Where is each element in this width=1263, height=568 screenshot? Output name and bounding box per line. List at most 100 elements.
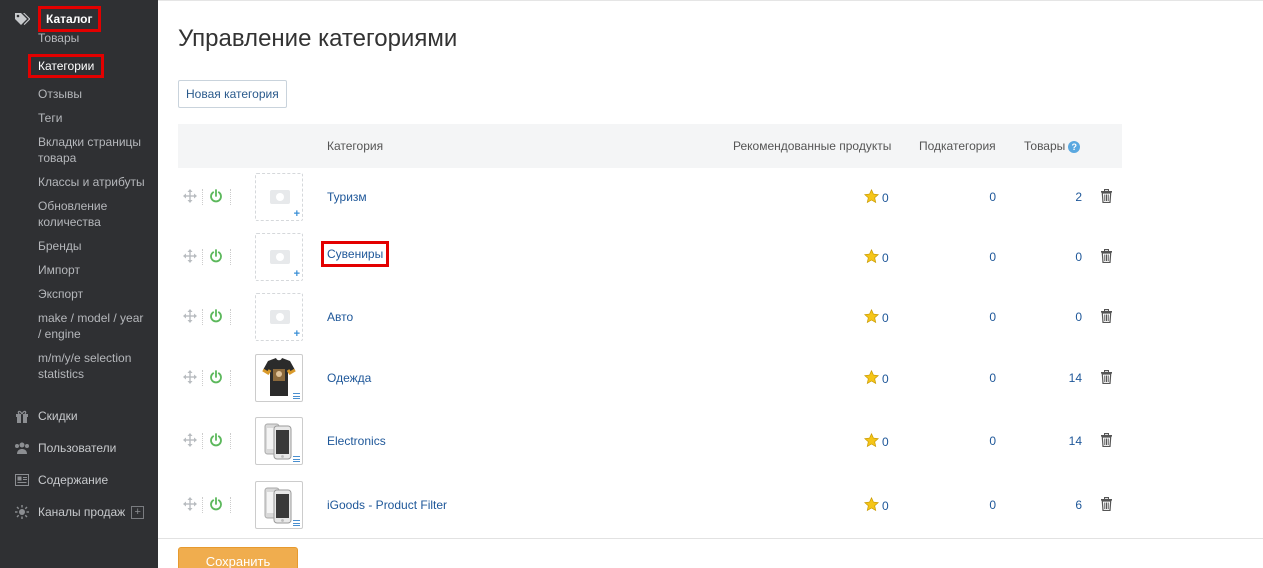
product-count[interactable]: 14 xyxy=(1042,434,1082,448)
sidebar-item-users[interactable]: Пользователи xyxy=(14,441,116,455)
divider xyxy=(230,370,231,386)
recommended-count[interactable]: 0 xyxy=(882,372,889,386)
category-link[interactable]: iGoods - Product Filter xyxy=(327,498,447,512)
table-row: + Туризм 0 0 2 xyxy=(178,173,1122,234)
category-link[interactable]: Авто xyxy=(327,310,353,324)
new-category-button[interactable]: Новая категория xyxy=(178,80,287,108)
drag-handle-icon[interactable] xyxy=(182,433,198,449)
trash-icon[interactable] xyxy=(1100,189,1114,205)
star-icon xyxy=(863,248,880,268)
drag-handle-icon[interactable] xyxy=(182,370,198,386)
recommended-count[interactable]: 0 xyxy=(882,191,889,205)
sidebar-subitem[interactable]: m/m/y/e selection statistics xyxy=(38,350,150,382)
category-link[interactable]: Electronics xyxy=(327,434,386,448)
sidebar-subitem[interactable]: Категории xyxy=(28,54,105,78)
sidebar-item-catalog-label: Каталог xyxy=(38,6,101,32)
users-icon xyxy=(14,441,30,455)
category-image[interactable] xyxy=(255,417,303,465)
category-link[interactable]: Одежда xyxy=(327,371,371,385)
product-count[interactable]: 2 xyxy=(1042,190,1082,204)
drag-handle-icon[interactable] xyxy=(182,249,198,265)
sidebar-subitem[interactable]: Классы и атрибуты xyxy=(38,174,150,190)
divider xyxy=(230,189,231,205)
trash-icon[interactable] xyxy=(1100,370,1114,386)
category-image[interactable] xyxy=(255,354,303,402)
subcategory-count[interactable]: 0 xyxy=(956,310,996,324)
subcategory-count[interactable]: 0 xyxy=(956,434,996,448)
help-icon[interactable]: ? xyxy=(1068,140,1081,153)
power-toggle-icon[interactable] xyxy=(208,309,224,325)
category-image[interactable]: + xyxy=(255,233,303,281)
header-subcategory: Подкатегория xyxy=(919,139,996,153)
product-count[interactable]: 0 xyxy=(1042,310,1082,324)
sidebar-subitem[interactable]: Экспорт xyxy=(38,286,150,302)
category-link[interactable]: Туризм xyxy=(327,190,367,204)
subcategory-count[interactable]: 0 xyxy=(956,250,996,264)
trash-icon[interactable] xyxy=(1100,249,1114,265)
sidebar-subitem[interactable]: Импорт xyxy=(38,262,150,278)
header-category: Категория xyxy=(327,139,384,153)
save-button[interactable]: Сохранить xyxy=(178,547,298,568)
recommended-count[interactable]: 0 xyxy=(882,311,889,325)
sidebar-subitem[interactable]: Бренды xyxy=(38,238,150,254)
sidebar-subitem[interactable]: make / model / year / engine xyxy=(38,310,150,342)
sidebar-subitem[interactable]: Товары xyxy=(38,30,150,46)
sidebar-subitem[interactable]: Отзывы xyxy=(38,86,150,102)
star-icon xyxy=(863,369,880,389)
divider xyxy=(230,309,231,325)
sidebar-item-sales-channels-label: Каналы продаж xyxy=(38,505,126,519)
star-icon xyxy=(863,496,880,516)
drag-handle-icon[interactable] xyxy=(182,189,198,205)
image-menu-icon[interactable] xyxy=(293,393,300,399)
sidebar-item-content[interactable]: Содержание xyxy=(14,473,108,487)
add-image-icon[interactable]: + xyxy=(294,209,300,220)
power-toggle-icon[interactable] xyxy=(208,370,224,386)
sidebar-item-discounts[interactable]: Скидки xyxy=(14,409,78,423)
sidebar-subitem[interactable]: Вкладки страницы товара xyxy=(38,134,150,166)
category-image[interactable]: + xyxy=(255,173,303,221)
star-icon xyxy=(863,308,880,328)
subcategory-count[interactable]: 0 xyxy=(956,371,996,385)
divider xyxy=(202,370,203,386)
recommended-count[interactable]: 0 xyxy=(882,435,889,449)
page-title: Управление категориями xyxy=(178,25,458,52)
power-toggle-icon[interactable] xyxy=(208,189,224,205)
main-content: Управление категориями Новая категория К… xyxy=(158,0,1263,568)
drag-handle-icon[interactable] xyxy=(182,309,198,325)
gift-icon xyxy=(14,409,30,423)
category-image[interactable] xyxy=(255,481,303,529)
image-menu-icon[interactable] xyxy=(293,456,300,462)
product-count[interactable]: 0 xyxy=(1042,250,1082,264)
recommended-count[interactable]: 0 xyxy=(882,499,889,513)
recommended-count[interactable]: 0 xyxy=(882,251,889,265)
sidebar-item-sales-channels[interactable]: Каналы продаж + xyxy=(14,505,145,519)
product-count[interactable]: 14 xyxy=(1042,371,1082,385)
expand-plus-icon[interactable]: + xyxy=(131,505,145,519)
power-toggle-icon[interactable] xyxy=(208,249,224,265)
power-toggle-icon[interactable] xyxy=(208,433,224,449)
camera-icon xyxy=(270,250,290,264)
camera-icon xyxy=(270,190,290,204)
camera-icon xyxy=(270,310,290,324)
trash-icon[interactable] xyxy=(1100,309,1114,325)
header-products: Товары? xyxy=(1024,139,1081,153)
sidebar-item-catalog[interactable]: Каталог xyxy=(14,6,101,32)
category-image[interactable]: + xyxy=(255,293,303,341)
header-recommended: Рекомендованные продукты xyxy=(733,139,892,153)
trash-icon[interactable] xyxy=(1100,497,1114,513)
power-toggle-icon[interactable] xyxy=(208,497,224,513)
divider xyxy=(230,433,231,449)
image-menu-icon[interactable] xyxy=(293,520,300,526)
trash-icon[interactable] xyxy=(1100,433,1114,449)
category-link[interactable]: Сувениры xyxy=(321,241,390,267)
drag-handle-icon[interactable] xyxy=(182,497,198,513)
subcategory-count[interactable]: 0 xyxy=(956,190,996,204)
sidebar-subitem[interactable]: Обновление количества xyxy=(38,198,150,230)
product-count[interactable]: 6 xyxy=(1042,498,1082,512)
catalog-submenu: Товары Категории Отзывы Теги Вкладки страниц… xyxy=(28,30,150,390)
sidebar-subitem[interactable]: Теги xyxy=(38,110,150,126)
add-image-icon[interactable]: + xyxy=(294,269,300,280)
header-products-label: Товары xyxy=(1024,139,1066,153)
subcategory-count[interactable]: 0 xyxy=(956,498,996,512)
add-image-icon[interactable]: + xyxy=(294,329,300,340)
